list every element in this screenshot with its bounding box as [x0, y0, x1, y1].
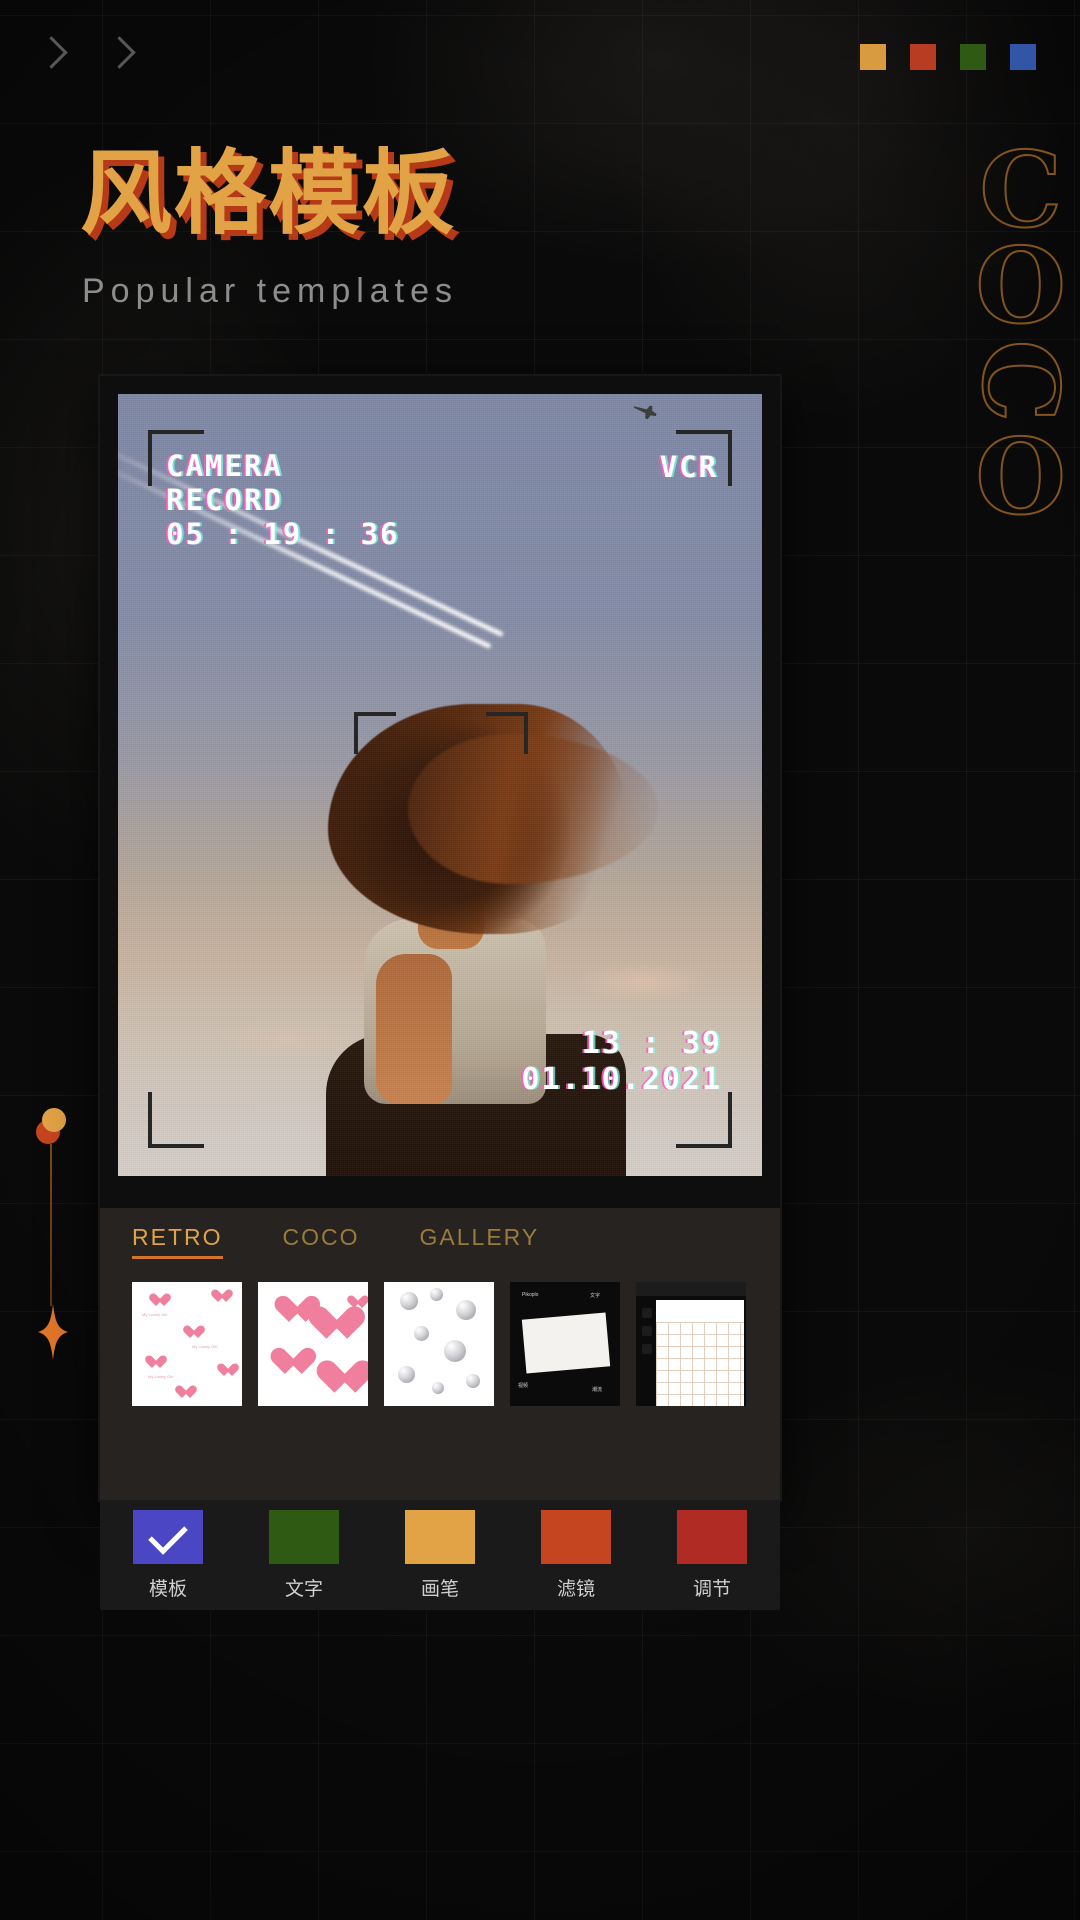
template-hearts-small[interactable]: My Lovely Girl My Lovely Girl My Lovely …	[132, 1282, 242, 1406]
template-panel: RETRO COCO GALLERY My Lovely Girl My Lov…	[100, 1208, 780, 1500]
chevron-right-icon[interactable]	[38, 36, 64, 74]
toolbar-label: 文字	[284, 1578, 323, 1600]
brand-letter: C	[959, 339, 1080, 424]
toolbar-swatch	[405, 1510, 475, 1564]
template-hearts-large[interactable]	[258, 1282, 368, 1406]
nav-chevrons	[38, 36, 132, 74]
template-tabs: RETRO COCO GALLERY	[132, 1224, 539, 1259]
page-subtitle: Popular templates	[82, 272, 459, 310]
template-polaroid-dark[interactable]: Pikoplo 文字 视频 潮流	[510, 1282, 620, 1406]
toolbar-item-text[interactable]: 文字	[236, 1510, 372, 1601]
toolbar-item-template[interactable]: 模板	[100, 1510, 236, 1601]
decor-rail	[34, 1108, 80, 1368]
screen: 风格模板 Popular templates C O C O CAMERA RE…	[0, 0, 1080, 1920]
preview-photo[interactable]: CAMERA RECORD 05 : 19 : 36 VCR 13 : 39 0…	[118, 394, 762, 1176]
brand-letter: O	[974, 223, 1067, 347]
overlay-camera-label: CAMERA	[166, 449, 283, 483]
color-swatch-row	[860, 44, 1036, 70]
swatch-amber[interactable]	[860, 44, 886, 70]
toolbar-label: 滤镜	[556, 1578, 595, 1600]
toolbar-swatch	[677, 1510, 747, 1564]
brand-letter: O	[974, 415, 1067, 539]
focus-corner-icon	[354, 712, 396, 754]
overlay-stamp-time: 13 : 39	[581, 1026, 722, 1061]
overlay-camera-block: CAMERA RECORD 05 : 19 : 36	[166, 449, 400, 552]
toolbar-swatch	[133, 1510, 203, 1564]
check-icon	[148, 1515, 188, 1555]
brand-vertical-coco: C O C O	[959, 137, 1080, 539]
overlay-record-label: RECORD	[166, 482, 283, 517]
overlay-stamp-date: 01.10.2021	[521, 1062, 722, 1097]
page-title: 风格模板	[80, 140, 457, 247]
toolbar-label: 画笔	[420, 1578, 459, 1600]
tab-gallery[interactable]: GALLERY	[420, 1224, 540, 1259]
template-phone-ui[interactable]	[636, 1282, 746, 1406]
toolbar-swatch	[541, 1510, 611, 1564]
focus-corner-icon	[486, 712, 528, 754]
toolbar-swatch	[269, 1510, 339, 1564]
toolbar-item-filter[interactable]: 滤镜	[508, 1510, 644, 1601]
decor-line	[50, 1144, 52, 1306]
sparkle-icon	[38, 1304, 68, 1360]
decor-dot-amber	[42, 1108, 66, 1132]
swatch-green[interactable]	[960, 44, 986, 70]
toolbar-label: 模板	[148, 1578, 187, 1600]
template-pearls[interactable]	[384, 1282, 494, 1406]
swatch-blue[interactable]	[1010, 44, 1036, 70]
overlay-stamp-block: 13 : 39 01.10.2021	[521, 1026, 722, 1098]
swatch-red[interactable]	[910, 44, 936, 70]
overlay-mode-label: VCR	[659, 450, 718, 484]
tab-retro[interactable]: RETRO	[132, 1224, 223, 1259]
toolbar-item-adjust[interactable]: 调节	[644, 1510, 780, 1601]
viewfinder-corner-icon	[148, 1092, 204, 1148]
chevron-right-icon[interactable]	[106, 36, 132, 74]
toolbar-label: 调节	[692, 1578, 731, 1600]
overlay-timecode: 05 : 19 : 36	[166, 516, 400, 551]
tab-coco[interactable]: COCO	[283, 1224, 360, 1259]
viewfinder-corner-icon	[676, 1092, 732, 1148]
bottom-toolbar: 模板 文字 画笔 滤镜 调节	[100, 1500, 780, 1610]
template-thumbnail-row: My Lovely Girl My Lovely Girl My Lovely …	[132, 1282, 746, 1406]
toolbar-item-brush[interactable]: 画笔	[372, 1510, 508, 1601]
